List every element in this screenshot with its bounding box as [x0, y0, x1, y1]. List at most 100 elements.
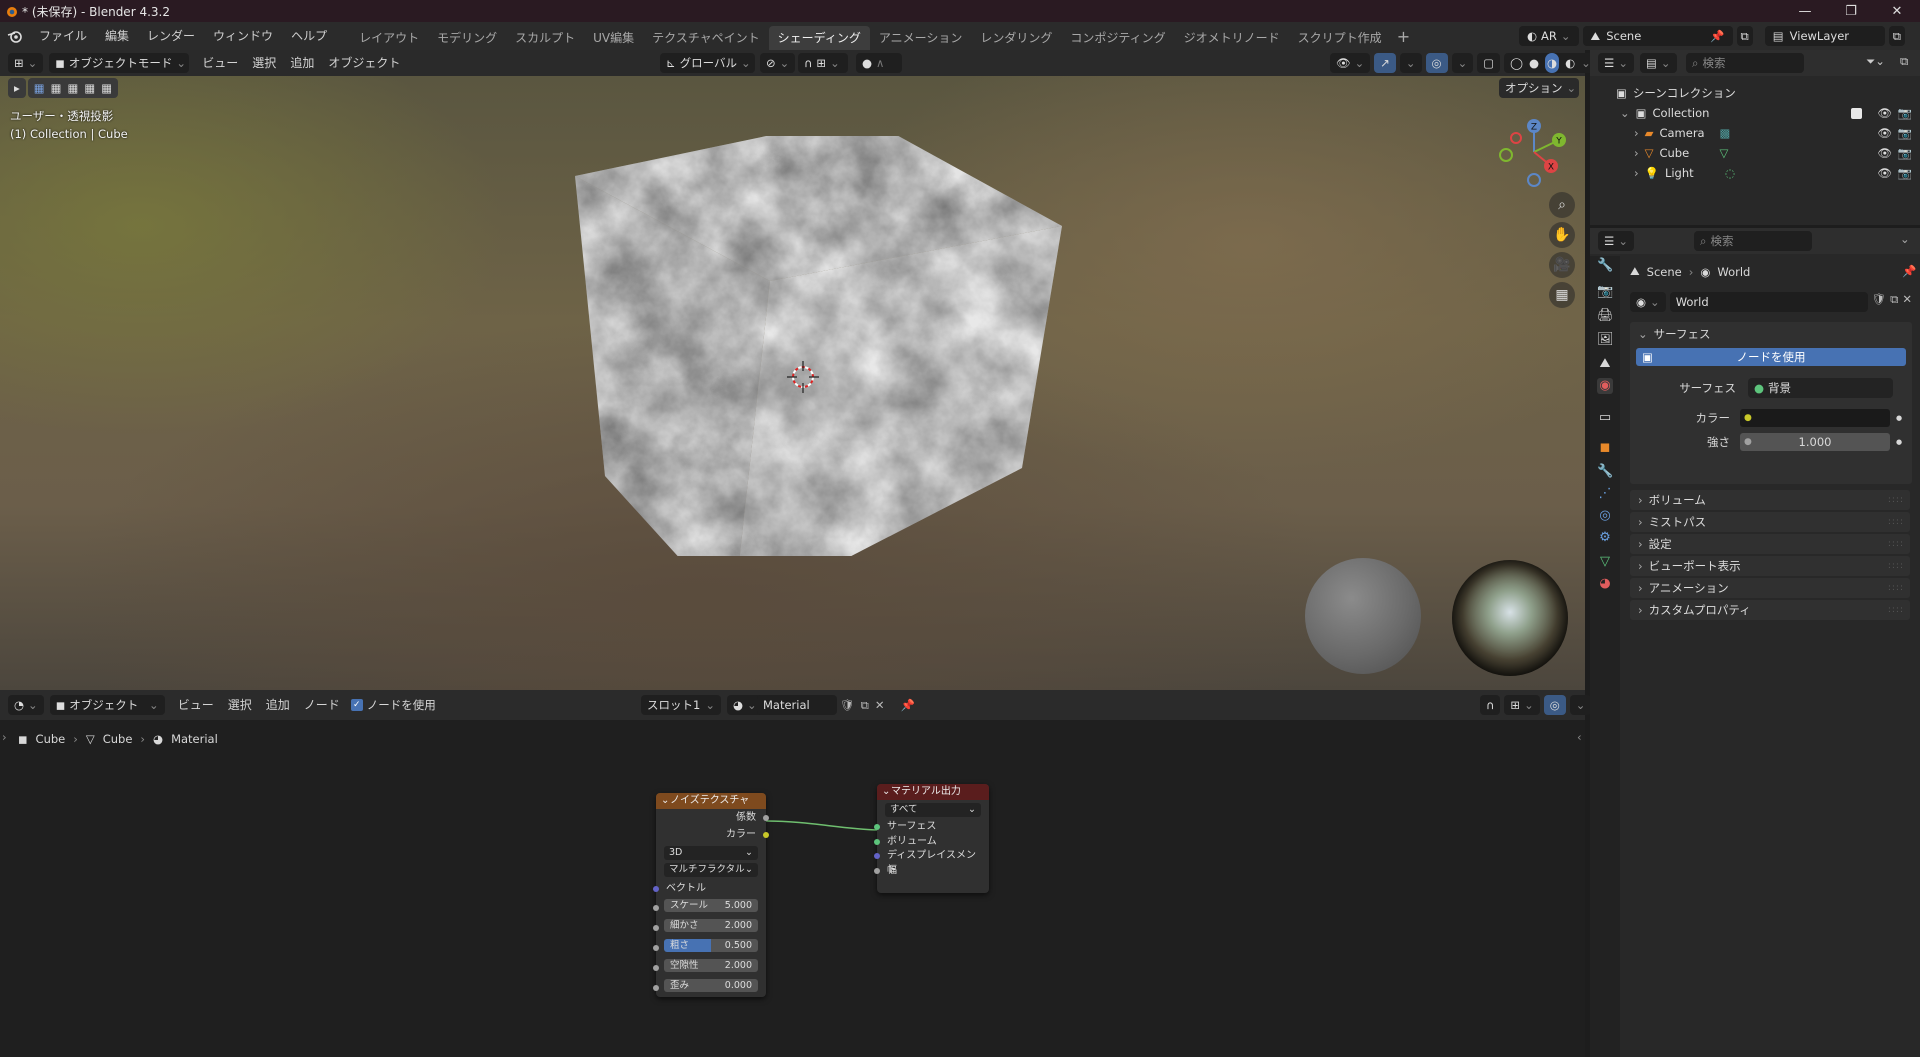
tab-workspace-9[interactable]: ジオメトリノード: [1175, 26, 1289, 50]
noise-dimension-dropdown[interactable]: 3D ⌄: [664, 846, 758, 860]
rendered-shading-icon[interactable]: ◐: [1565, 53, 1575, 73]
drag-handle-icon[interactable]: ::::: [1888, 495, 1904, 505]
camera-data-icon[interactable]: ▩: [1719, 126, 1730, 140]
n-panel-expand-icon[interactable]: ‹: [1577, 730, 1582, 744]
new-scene-button[interactable]: ⧉: [1736, 26, 1753, 46]
viewport-menu-2[interactable]: 追加: [283, 53, 321, 73]
output-node-header[interactable]: ⌄ マテリアル出力: [877, 784, 989, 800]
object-tab-icon[interactable]: ◼: [1597, 440, 1613, 456]
expand-arrow-icon[interactable]: ›: [1634, 126, 1639, 140]
noise-field-4[interactable]: 歪み 0.000: [664, 979, 758, 992]
pin-icon[interactable]: 📌: [900, 698, 914, 713]
close-window-button[interactable]: ✕: [1874, 0, 1920, 22]
checkbox-icon[interactable]: ✓: [350, 699, 363, 711]
panel-3[interactable]: › ビューポート表示::::: [1630, 556, 1910, 576]
fake-user-icon[interactable]: 🛡: [840, 698, 855, 713]
tab-workspace-6[interactable]: アニメーション: [870, 26, 972, 50]
scene-tab-icon[interactable]: ⛰: [1597, 356, 1613, 372]
shader-menu-1[interactable]: 選択: [221, 695, 259, 715]
sidebar-expand-icon[interactable]: ›: [2, 730, 7, 744]
viewport-menu-1[interactable]: 選択: [245, 53, 283, 73]
drag-handle-icon[interactable]: ::::: [1888, 517, 1904, 527]
blender-menu-icon[interactable]: [0, 29, 30, 43]
float-socket-icon[interactable]: [653, 945, 659, 951]
world-tab-icon[interactable]: ◉: [1597, 378, 1613, 394]
keyframe-dot-icon[interactable]: ●: [1896, 438, 1902, 446]
world-name-field[interactable]: World: [1669, 292, 1868, 312]
viewlayer-selector[interactable]: ▤ ViewLayer: [1764, 26, 1885, 46]
surface-shader-field[interactable]: ● 背景: [1748, 378, 1893, 398]
minimize-button[interactable]: —: [1782, 0, 1828, 22]
float-socket-icon[interactable]: [653, 965, 659, 971]
mesh-data-icon[interactable]: ▽: [1719, 146, 1728, 160]
select-new-icon[interactable]: ▦: [34, 78, 45, 98]
pin-icon[interactable]: 📌: [1902, 264, 1916, 278]
eye-icon[interactable]: 👁: [1877, 126, 1892, 140]
shader-editor-type[interactable]: ◔ ⌄: [8, 695, 44, 715]
selection-mode-icons[interactable]: ▦ ▦ ▦ ▦ ▦: [27, 78, 119, 98]
noise-field-1[interactable]: 細かさ 2.000: [664, 919, 758, 932]
breadcrumb-material[interactable]: Material: [171, 732, 218, 746]
panel-0[interactable]: › ボリューム::::: [1630, 490, 1910, 510]
physics-tab-icon[interactable]: ◎: [1597, 508, 1613, 524]
3d-viewport[interactable]: ▸ ▦ ▦ ▦ ▦ ▦ オプション ⌄ ユーザー・透視投影 (1) Collect…: [0, 76, 1585, 690]
eye-icon[interactable]: 👁: [1877, 146, 1892, 160]
solid-shading-icon[interactable]: ●: [1529, 53, 1539, 73]
overlay-toggle[interactable]: ◎: [1425, 53, 1448, 73]
snap-grid-menu[interactable]: ⊞ ⌄: [1504, 695, 1540, 715]
select-invert-icon[interactable]: ▦: [84, 78, 95, 98]
camera-render-icon[interactable]: 📷: [1898, 146, 1912, 160]
eye-icon[interactable]: 👁: [1877, 166, 1892, 180]
drag-handle-icon[interactable]: ::::: [1888, 605, 1904, 615]
menu-item-0[interactable]: ファイル: [30, 22, 96, 50]
transform-orientation[interactable]: ⊾ グローバル ⌄: [660, 53, 755, 73]
proportional-edit[interactable]: ● ∧: [856, 53, 902, 73]
noise-field-2[interactable]: 粗さ 0.500: [664, 939, 758, 952]
outliner-item-2[interactable]: › 💡 Light ◌ 👁 📷: [1590, 163, 1920, 183]
outliner-item-1[interactable]: › ▽ Cube ▽ 👁 📷: [1590, 143, 1920, 163]
display-mode[interactable]: ▤ ⌄: [1640, 53, 1677, 73]
pan-hand-icon[interactable]: ✋: [1549, 222, 1575, 248]
tab-workspace-0[interactable]: レイアウト: [350, 26, 428, 50]
panel-2[interactable]: › 設定::::: [1630, 534, 1910, 554]
chevron-down-icon[interactable]: ⌄: [1900, 232, 1910, 246]
noise-field-0[interactable]: スケール 5.000: [664, 899, 758, 912]
collection-tab-icon[interactable]: ▭: [1597, 410, 1613, 426]
unlink-material-icon[interactable]: ✕: [875, 698, 885, 713]
shader-menu-3[interactable]: ノード: [297, 695, 347, 715]
mode-selector[interactable]: ◼ オブジェクトモード ⌄: [49, 53, 190, 73]
add-workspace-icon[interactable]: +: [1391, 27, 1416, 46]
output-tab-icon[interactable]: 🖨: [1597, 308, 1614, 324]
outliner-editor-type[interactable]: ☰ ⌄: [1598, 53, 1634, 73]
tab-workspace-5[interactable]: シェーディング: [768, 26, 870, 50]
render-tab-icon[interactable]: 📷: [1597, 284, 1613, 300]
world-browse[interactable]: ◉ ⌄: [1630, 292, 1666, 312]
socket-icon[interactable]: [874, 867, 880, 874]
exclude-checkbox-icon[interactable]: [1851, 107, 1862, 119]
zoom-icon[interactable]: ⌕: [1549, 192, 1575, 218]
visibility-menu[interactable]: 👁 ⌄: [1330, 53, 1371, 73]
scene-collection-row[interactable]: ▣ シーンコレクション: [1590, 83, 1920, 103]
fake-user-icon[interactable]: 🛡: [1872, 292, 1887, 312]
ar-toggle[interactable]: ◐ AR ⌄: [1519, 26, 1579, 46]
float-socket-icon[interactable]: [653, 905, 659, 911]
properties-search[interactable]: ⌕ 検索: [1694, 231, 1812, 251]
expand-arrow-icon[interactable]: ›: [1634, 166, 1639, 180]
shader-type-selector[interactable]: ◼ オブジェクト ⌄: [49, 695, 165, 715]
particles-tab-icon[interactable]: ⋰: [1597, 486, 1613, 502]
menu-item-3[interactable]: ウィンドウ: [204, 22, 282, 50]
3d-cursor-icon[interactable]: [785, 359, 821, 395]
tab-workspace-1[interactable]: モデリング: [428, 26, 506, 50]
float-socket-icon[interactable]: [653, 925, 659, 931]
new-viewlayer-button[interactable]: ⧉: [1888, 26, 1905, 46]
tab-workspace-10[interactable]: スクリプト作成: [1289, 26, 1391, 50]
surface-panel-header[interactable]: ⌄ サーフェス: [1630, 322, 1912, 346]
noise-texture-node[interactable]: ⌄ ノイズテクスチャ 係数 カラー 3D ⌄ マルチフラクタル ⌄ ベクトル スケール…: [653, 793, 769, 997]
camera-render-icon[interactable]: 📷: [1898, 126, 1912, 140]
panel-5[interactable]: › カスタムプロパティ::::: [1630, 600, 1910, 620]
color-socket-icon[interactable]: [763, 832, 769, 838]
socket-icon[interactable]: [874, 838, 880, 845]
socket-icon[interactable]: [874, 824, 880, 830]
fac-socket-icon[interactable]: [763, 815, 769, 821]
camera-render-icon[interactable]: 📷: [1898, 166, 1912, 180]
